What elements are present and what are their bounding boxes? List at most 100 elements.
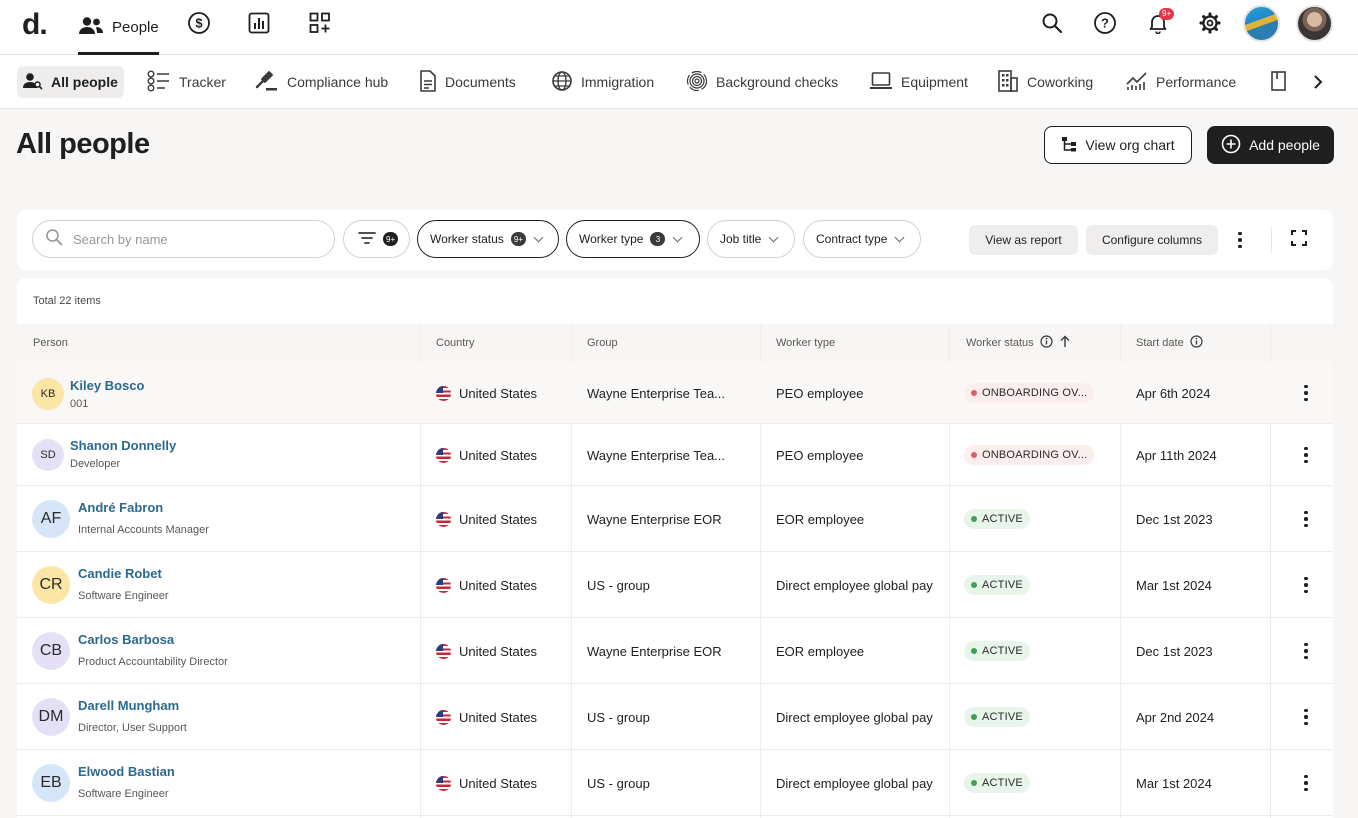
table-row[interactable]: CR Candie Robet Software Engineer United St…	[17, 552, 1333, 618]
status-badge: ONBOARDING OV...	[964, 383, 1095, 403]
avatar[interactable]: KB	[32, 378, 64, 410]
row-actions-button[interactable]	[1299, 509, 1313, 529]
start-date-cell: Mar 1st 2024	[1136, 775, 1212, 791]
group-cell: US - group	[587, 775, 650, 791]
people-icon	[78, 16, 104, 40]
column-header-worker-type[interactable]: Worker type	[776, 324, 835, 362]
subnav-more-item[interactable]	[1264, 66, 1294, 98]
user-avatar[interactable]	[1296, 5, 1333, 42]
avatar[interactable]: CR	[32, 566, 70, 604]
us-flag-icon	[436, 577, 451, 593]
worker-type-cell: Direct employee global pay	[776, 775, 933, 791]
app-logo[interactable]: d.	[22, 8, 48, 42]
column-header-group[interactable]: Group	[587, 324, 618, 362]
row-actions-button[interactable]	[1299, 641, 1313, 661]
avatar[interactable]: DM	[32, 698, 70, 736]
person-name-link[interactable]: Elwood Bastian	[78, 764, 175, 779]
org-chart-icon	[1061, 136, 1077, 155]
avatar[interactable]: EB	[32, 764, 70, 802]
help-button[interactable]: ?	[1090, 10, 1120, 40]
job-title-filter-label: Job title	[720, 232, 762, 246]
column-header-start-date[interactable]: Start date	[1136, 324, 1203, 362]
subnav-performance[interactable]: Performance	[1120, 66, 1242, 98]
configure-columns-button[interactable]: Configure columns	[1086, 225, 1218, 255]
row-actions-button[interactable]	[1299, 445, 1313, 465]
us-flag-icon	[436, 447, 451, 463]
person-name-link[interactable]: Carlos Barbosa	[78, 632, 174, 647]
subnav-compliance-hub[interactable]: Compliance hub	[249, 66, 394, 98]
view-org-chart-button[interactable]: View org chart	[1044, 126, 1192, 164]
performance-icon	[1126, 71, 1148, 94]
table-row[interactable]: AF André Fabron Internal Accounts Manager U…	[17, 486, 1333, 552]
group-cell: US - group	[587, 709, 650, 725]
subnav-immigration-label: Immigration	[581, 74, 655, 90]
person-job-title: 001	[70, 398, 89, 410]
row-actions-button[interactable]	[1299, 383, 1313, 403]
subnav-scroll-right[interactable]	[1306, 72, 1330, 96]
us-flag-icon	[436, 643, 451, 659]
person-search-icon	[23, 72, 43, 93]
table-header: Person Country Group Worker type Worker …	[17, 324, 1333, 362]
group-cell: US - group	[587, 577, 650, 593]
nav-apps[interactable]	[305, 10, 335, 40]
table-row[interactable]: CB Carlos Barbosa Product Accountability D…	[17, 618, 1333, 684]
subnav-coworking[interactable]: Coworking	[991, 66, 1099, 98]
person-name-link[interactable]: Shanon Donnelly	[70, 438, 176, 453]
settings-button[interactable]	[1195, 10, 1225, 40]
view-as-report-button[interactable]: View as report	[969, 225, 1078, 255]
subnav-tracker[interactable]: Tracker	[141, 66, 232, 98]
person-name-link[interactable]: André Fabron	[78, 500, 163, 515]
nav-payments[interactable]: $	[184, 10, 214, 40]
group-cell: Wayne Enterprise Tea...	[587, 447, 726, 463]
table-row[interactable]: KB Kiley Bosco 001 United States Wayne Enter…	[17, 362, 1333, 424]
worker-type-filter-label: Worker type	[579, 232, 644, 246]
table-row[interactable]: DM Darell Mungham Director, User Support Un…	[17, 684, 1333, 750]
fullscreen-button[interactable]	[1288, 229, 1310, 251]
subnav-performance-label: Performance	[1156, 74, 1237, 90]
search-button[interactable]	[1037, 10, 1067, 40]
organization-avatar[interactable]	[1243, 5, 1280, 42]
search-box[interactable]	[32, 220, 335, 258]
contract-type-filter-label: Contract type	[816, 232, 888, 246]
subnav-equipment[interactable]: Equipment	[863, 66, 974, 98]
start-date-cell: Apr 2nd 2024	[1136, 709, 1215, 725]
person-name-link[interactable]: Candie Robet	[78, 566, 162, 581]
search-input[interactable]	[73, 231, 313, 247]
row-actions-button[interactable]	[1299, 773, 1313, 793]
info-icon[interactable]	[1040, 335, 1053, 351]
nav-people[interactable]: People	[78, 0, 159, 55]
sort-ascending-icon[interactable]	[1059, 335, 1071, 351]
column-header-country[interactable]: Country	[436, 324, 475, 362]
column-header-person[interactable]: Person	[33, 324, 68, 362]
start-date-cell: Apr 6th 2024	[1136, 385, 1211, 401]
contract-type-filter[interactable]: Contract type	[803, 220, 921, 258]
subnav-background-checks[interactable]: Background checks	[680, 66, 844, 98]
worker-type-filter[interactable]: Worker type 3	[566, 220, 700, 258]
table-row[interactable]: EB Elwood Bastian Software Engineer United …	[17, 750, 1333, 816]
subnav-immigration[interactable]: Immigration	[545, 66, 660, 98]
job-title-filter[interactable]: Job title	[707, 220, 795, 258]
avatar[interactable]: SD	[32, 439, 64, 471]
all-filters-button[interactable]: 9+	[343, 220, 410, 258]
more-options-button[interactable]	[1230, 227, 1250, 253]
notifications-button[interactable]: 9+	[1143, 8, 1175, 40]
total-items: Total 22 items	[33, 295, 101, 307]
person-name-link[interactable]: Darell Mungham	[78, 698, 179, 713]
avatar[interactable]: CB	[32, 632, 70, 670]
add-people-button[interactable]: Add people	[1207, 126, 1334, 164]
subnav-documents[interactable]: Documents	[413, 66, 522, 98]
row-actions-button[interactable]	[1299, 707, 1313, 727]
worker-status-filter[interactable]: Worker status 9+	[417, 220, 559, 258]
document-icon	[419, 69, 437, 95]
subnav-all-people[interactable]: All people	[17, 66, 124, 98]
info-icon[interactable]	[1190, 335, 1203, 351]
avatar[interactable]: AF	[32, 500, 70, 538]
country-cell: United States	[436, 446, 537, 464]
add-people-label: Add people	[1249, 137, 1320, 153]
nav-reports[interactable]	[244, 10, 274, 40]
column-header-worker-status[interactable]: Worker status	[966, 324, 1071, 362]
us-flag-icon	[436, 511, 451, 527]
row-actions-button[interactable]	[1299, 575, 1313, 595]
table-row[interactable]: SD Shanon Donnelly Developer United States W…	[17, 424, 1333, 486]
person-name-link[interactable]: Kiley Bosco	[70, 378, 144, 393]
